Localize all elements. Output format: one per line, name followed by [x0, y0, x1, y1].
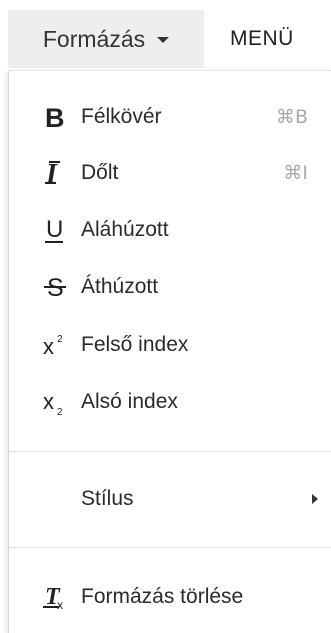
superscript-icon: x 2 — [37, 325, 73, 365]
menu-item-style[interactable]: Stílus — [9, 471, 331, 527]
menu-item-label: Felső index — [81, 333, 189, 356]
strikethrough-icon: S — [37, 267, 73, 307]
menu-item-bold[interactable]: B Félkövér ⌘B — [9, 89, 331, 145]
menu-item-label: Stílus — [81, 487, 134, 510]
bold-icon: B — [37, 97, 73, 137]
svg-text:B: B — [45, 103, 65, 132]
format-menu-button[interactable]: Formázás — [8, 10, 204, 68]
format-menu-label: Formázás — [42, 25, 146, 52]
shortcut-label: ⌘B — [275, 106, 308, 128]
italic-icon: I — [37, 153, 73, 193]
menu-item-clear-formatting[interactable]: T x Formázás törlése — [9, 569, 331, 625]
svg-text:x: x — [43, 389, 54, 414]
svg-text:2: 2 — [57, 334, 63, 345]
clear-formatting-icon: T x — [37, 577, 73, 617]
subscript-icon: x 2 — [37, 382, 73, 422]
menu-item-underline[interactable]: U Aláhúzott — [9, 202, 331, 258]
menu-item-italic[interactable]: I Dőlt ⌘I — [9, 145, 331, 201]
menu-item-label: Dőlt — [81, 161, 119, 184]
svg-text:2: 2 — [57, 407, 63, 417]
underline-icon: U — [37, 210, 73, 250]
svg-text:U: U — [46, 216, 63, 243]
menu-item-label: Félkövér — [81, 105, 162, 128]
format-dropdown: B Félkövér ⌘B I Dőlt ⌘I U Aláhúzott S Át… — [8, 70, 331, 633]
menu-item-label: Alsó index — [81, 390, 178, 413]
caret-down-icon — [157, 37, 170, 43]
menu-item-label: Áthúzott — [81, 275, 159, 298]
shortcut-label: ⌘I — [283, 162, 308, 184]
svg-text:x: x — [57, 598, 63, 612]
chevron-right-icon — [312, 494, 318, 504]
svg-text:x: x — [43, 334, 54, 359]
menu-item-label: Formázás törlése — [81, 585, 244, 608]
menu-item-strikethrough[interactable]: S Áthúzott — [9, 259, 331, 315]
menu-divider — [9, 451, 331, 452]
menu-item-label: Aláhúzott — [81, 218, 169, 241]
menu-divider — [9, 547, 331, 548]
toolbar: Formázás MENÜ — [0, 0, 331, 70]
menu-item-superscript[interactable]: x 2 Felső index — [9, 317, 331, 373]
menu-button[interactable]: MENÜ — [230, 10, 294, 68]
menu-item-subscript[interactable]: x 2 Alsó index — [9, 374, 331, 430]
